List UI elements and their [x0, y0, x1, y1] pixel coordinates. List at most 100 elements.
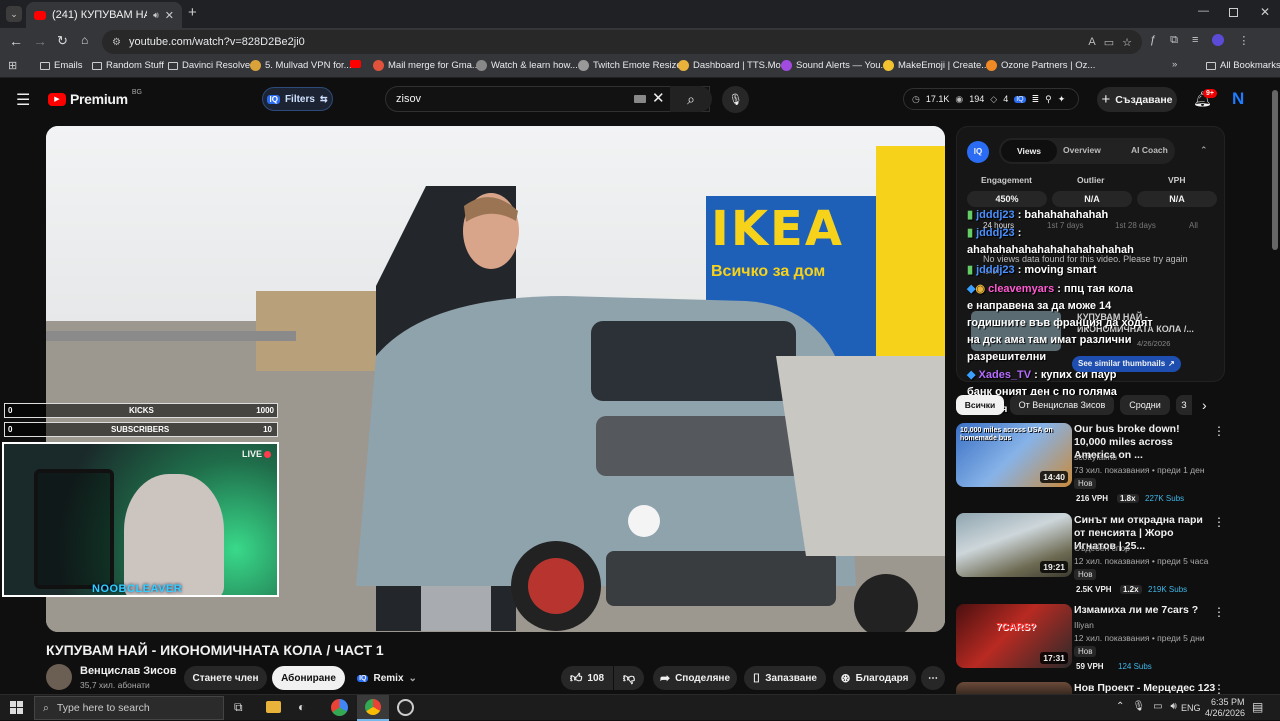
- chips-next-icon[interactable]: ›: [1202, 397, 1207, 413]
- tab-views[interactable]: Views: [1001, 140, 1057, 162]
- reload-icon[interactable]: ↻: [57, 33, 68, 49]
- browser-menu-icon[interactable]: ⋮: [1238, 34, 1249, 47]
- taskbar-search-input[interactable]: ⌕ Type here to search: [34, 696, 224, 720]
- bookmark-mail-merge[interactable]: Mail merge for Gma...: [373, 60, 480, 71]
- like-button[interactable]: 👍︎ 108: [561, 666, 613, 690]
- tab-list-icon[interactable]: ⌄: [6, 6, 22, 22]
- chrome-profile-icon[interactable]: [331, 699, 348, 716]
- bookmark-emote-resizer[interactable]: Twitch Emote Resizer: [578, 60, 685, 71]
- channel-avatar[interactable]: [46, 664, 72, 690]
- bookmark-mullvad[interactable]: 5. Mullvad VPN for...: [250, 60, 352, 71]
- tab-close-icon[interactable]: ✕: [165, 9, 174, 22]
- bookmark-ozone[interactable]: Ozone Partners | Oz...: [986, 60, 1095, 71]
- translate-icon[interactable]: A: [1088, 36, 1095, 48]
- kicks-goal: 1000: [256, 406, 274, 415]
- bookmark-davinci[interactable]: Davinci Resolve: [168, 60, 250, 71]
- media-controls-icon[interactable]: ≡: [1192, 34, 1198, 47]
- rec-title[interactable]: Измамиха ли ме 7cars ?: [1074, 604, 1209, 617]
- clock-time[interactable]: 6:35 PM: [1211, 697, 1245, 707]
- window-close-icon[interactable]: ✕: [1260, 5, 1270, 19]
- back-icon[interactable]: ←: [9, 33, 23, 49]
- bookmark-sound-alerts[interactable]: Sound Alerts — You...: [781, 60, 888, 71]
- tray-chevron-icon[interactable]: ⌃: [1116, 701, 1124, 712]
- url-bar[interactable]: ⚙︎ youtube.com/watch?v=828D2Be2ji0 A ▭ ☆: [102, 30, 1142, 54]
- rec-thumbnail[interactable]: 7CARS? 17:31: [956, 604, 1072, 668]
- forward-icon[interactable]: →: [33, 33, 47, 49]
- chip-all[interactable]: Всички: [956, 395, 1004, 415]
- streamer-figure: [124, 474, 224, 595]
- range-all[interactable]: All: [1189, 221, 1198, 230]
- bookmark-star-icon[interactable]: ☆: [1122, 36, 1132, 49]
- app-icon[interactable]: ◐: [298, 700, 305, 714]
- rec-channel[interactable]: Iliyan: [1074, 620, 1094, 630]
- minimize-icon[interactable]: —: [1198, 5, 1209, 17]
- tab-ai-coach[interactable]: AI Coach: [1131, 145, 1168, 155]
- filters-button[interactable]: IQ Filters ⇆: [262, 87, 333, 111]
- site-info-icon[interactable]: ⚙︎: [112, 37, 121, 48]
- create-button[interactable]: + Създаване: [1097, 87, 1177, 112]
- save-button[interactable]: ⌷ Запазване: [744, 666, 826, 690]
- chip-from-channel[interactable]: От Венцислав Зисов: [1010, 395, 1114, 415]
- windows-start-icon[interactable]: [10, 701, 23, 714]
- tray-volume-icon[interactable]: 🔊︎: [1171, 701, 1177, 712]
- language-indicator[interactable]: ENG: [1181, 703, 1201, 713]
- bookmark-emails[interactable]: Emails: [40, 60, 83, 71]
- all-bookmarks[interactable]: All Bookmarks: [1206, 60, 1280, 71]
- chip-related[interactable]: Сродни: [1120, 395, 1170, 415]
- rec-menu-icon[interactable]: ⋮: [1213, 424, 1225, 438]
- font-extension-icon[interactable]: ƒ: [1150, 34, 1156, 47]
- voice-search-button[interactable]: 🎙︎: [722, 86, 749, 113]
- share-button[interactable]: ➦ Споделяне: [653, 666, 737, 690]
- remix-button[interactable]: IQ Remix ⌄: [352, 666, 422, 690]
- bookmark-youtube[interactable]: [350, 60, 361, 68]
- more-bookmarks-icon[interactable]: »: [1172, 59, 1177, 70]
- rec-menu-icon[interactable]: ⋮: [1213, 515, 1225, 529]
- tab-overview[interactable]: Overview: [1063, 145, 1101, 155]
- tab-audio-icon[interactable]: 🔊︎: [153, 10, 159, 21]
- clear-search-icon[interactable]: ✕: [652, 89, 665, 107]
- more-actions-button[interactable]: ⋯: [921, 666, 945, 690]
- browser-tab-active[interactable]: (241) КУПУВАМ НАЙ - ИКО 🔊︎ ✕: [26, 2, 182, 28]
- restore-icon[interactable]: [1229, 8, 1238, 17]
- bookmark-watch-learn[interactable]: Watch & learn how...: [476, 60, 578, 71]
- bookmark-tts[interactable]: Dashboard | TTS.Mo...: [678, 60, 789, 71]
- thanks-button[interactable]: ⊛ Благодаря: [833, 666, 916, 690]
- new-tab-icon[interactable]: +: [188, 4, 197, 21]
- rec-menu-icon[interactable]: ⋮: [1213, 605, 1225, 619]
- task-view-icon[interactable]: ⧉: [234, 700, 243, 715]
- channel-name[interactable]: Венцислав Зисов: [80, 665, 177, 677]
- file-explorer-icon[interactable]: [266, 701, 281, 713]
- profile-icon[interactable]: [1212, 34, 1225, 46]
- hamburger-menu-icon[interactable]: ☰: [16, 90, 30, 110]
- install-icon[interactable]: ▭: [1104, 36, 1114, 49]
- rec-thumbnail[interactable]: 10,000 miles across USA on homemade bus …: [956, 423, 1072, 487]
- more-icon: ⋯: [928, 672, 938, 684]
- rec-thumbnail[interactable]: [956, 682, 1072, 694]
- rec-thumbnail[interactable]: 19:21: [956, 513, 1072, 577]
- keyboard-icon[interactable]: [634, 95, 646, 103]
- youtube-logo[interactable]: ▶ Premium BG: [48, 89, 142, 107]
- extensions-icon[interactable]: ⧉: [1170, 34, 1178, 47]
- tray-network-icon[interactable]: ▭: [1153, 701, 1162, 712]
- range-28d[interactable]: 1st 28 days: [1115, 221, 1156, 230]
- rec-channel[interactable]: scottyfaimo: [1074, 452, 1117, 462]
- page-scrollbar[interactable]: [1272, 90, 1278, 250]
- account-avatar[interactable]: N: [1232, 89, 1244, 109]
- chrome-icon-active[interactable]: [357, 695, 389, 721]
- tray-mic-icon[interactable]: 🎙︎: [1132, 701, 1145, 712]
- bookmark-makeemoji[interactable]: MakeEmoji | Create...: [883, 60, 989, 71]
- dislike-button[interactable]: 👎︎: [614, 666, 644, 690]
- collapse-icon[interactable]: ⌃: [1200, 145, 1208, 156]
- join-button[interactable]: Станете член: [184, 666, 267, 690]
- obs-icon[interactable]: [397, 699, 414, 716]
- subscribe-button[interactable]: Абониране: [272, 666, 345, 690]
- clock-date[interactable]: 4/26/2026: [1205, 708, 1245, 718]
- apps-icon[interactable]: ⊞: [8, 59, 17, 72]
- rec-channel[interactable]: Съдебен спор: [1074, 543, 1130, 553]
- bookmark-random-stuff[interactable]: Random Stuff: [92, 60, 164, 71]
- search-button[interactable]: ⌕: [670, 86, 712, 112]
- notification-center-icon[interactable]: ▤: [1252, 700, 1263, 714]
- home-icon[interactable]: ⌂: [81, 33, 88, 47]
- chip-more[interactable]: З: [1176, 395, 1192, 415]
- vidiq-stats-bar[interactable]: ◷ 17.1K ◉ 194 ◇ 4 IQ ≣ ⚲ ✦: [903, 88, 1079, 110]
